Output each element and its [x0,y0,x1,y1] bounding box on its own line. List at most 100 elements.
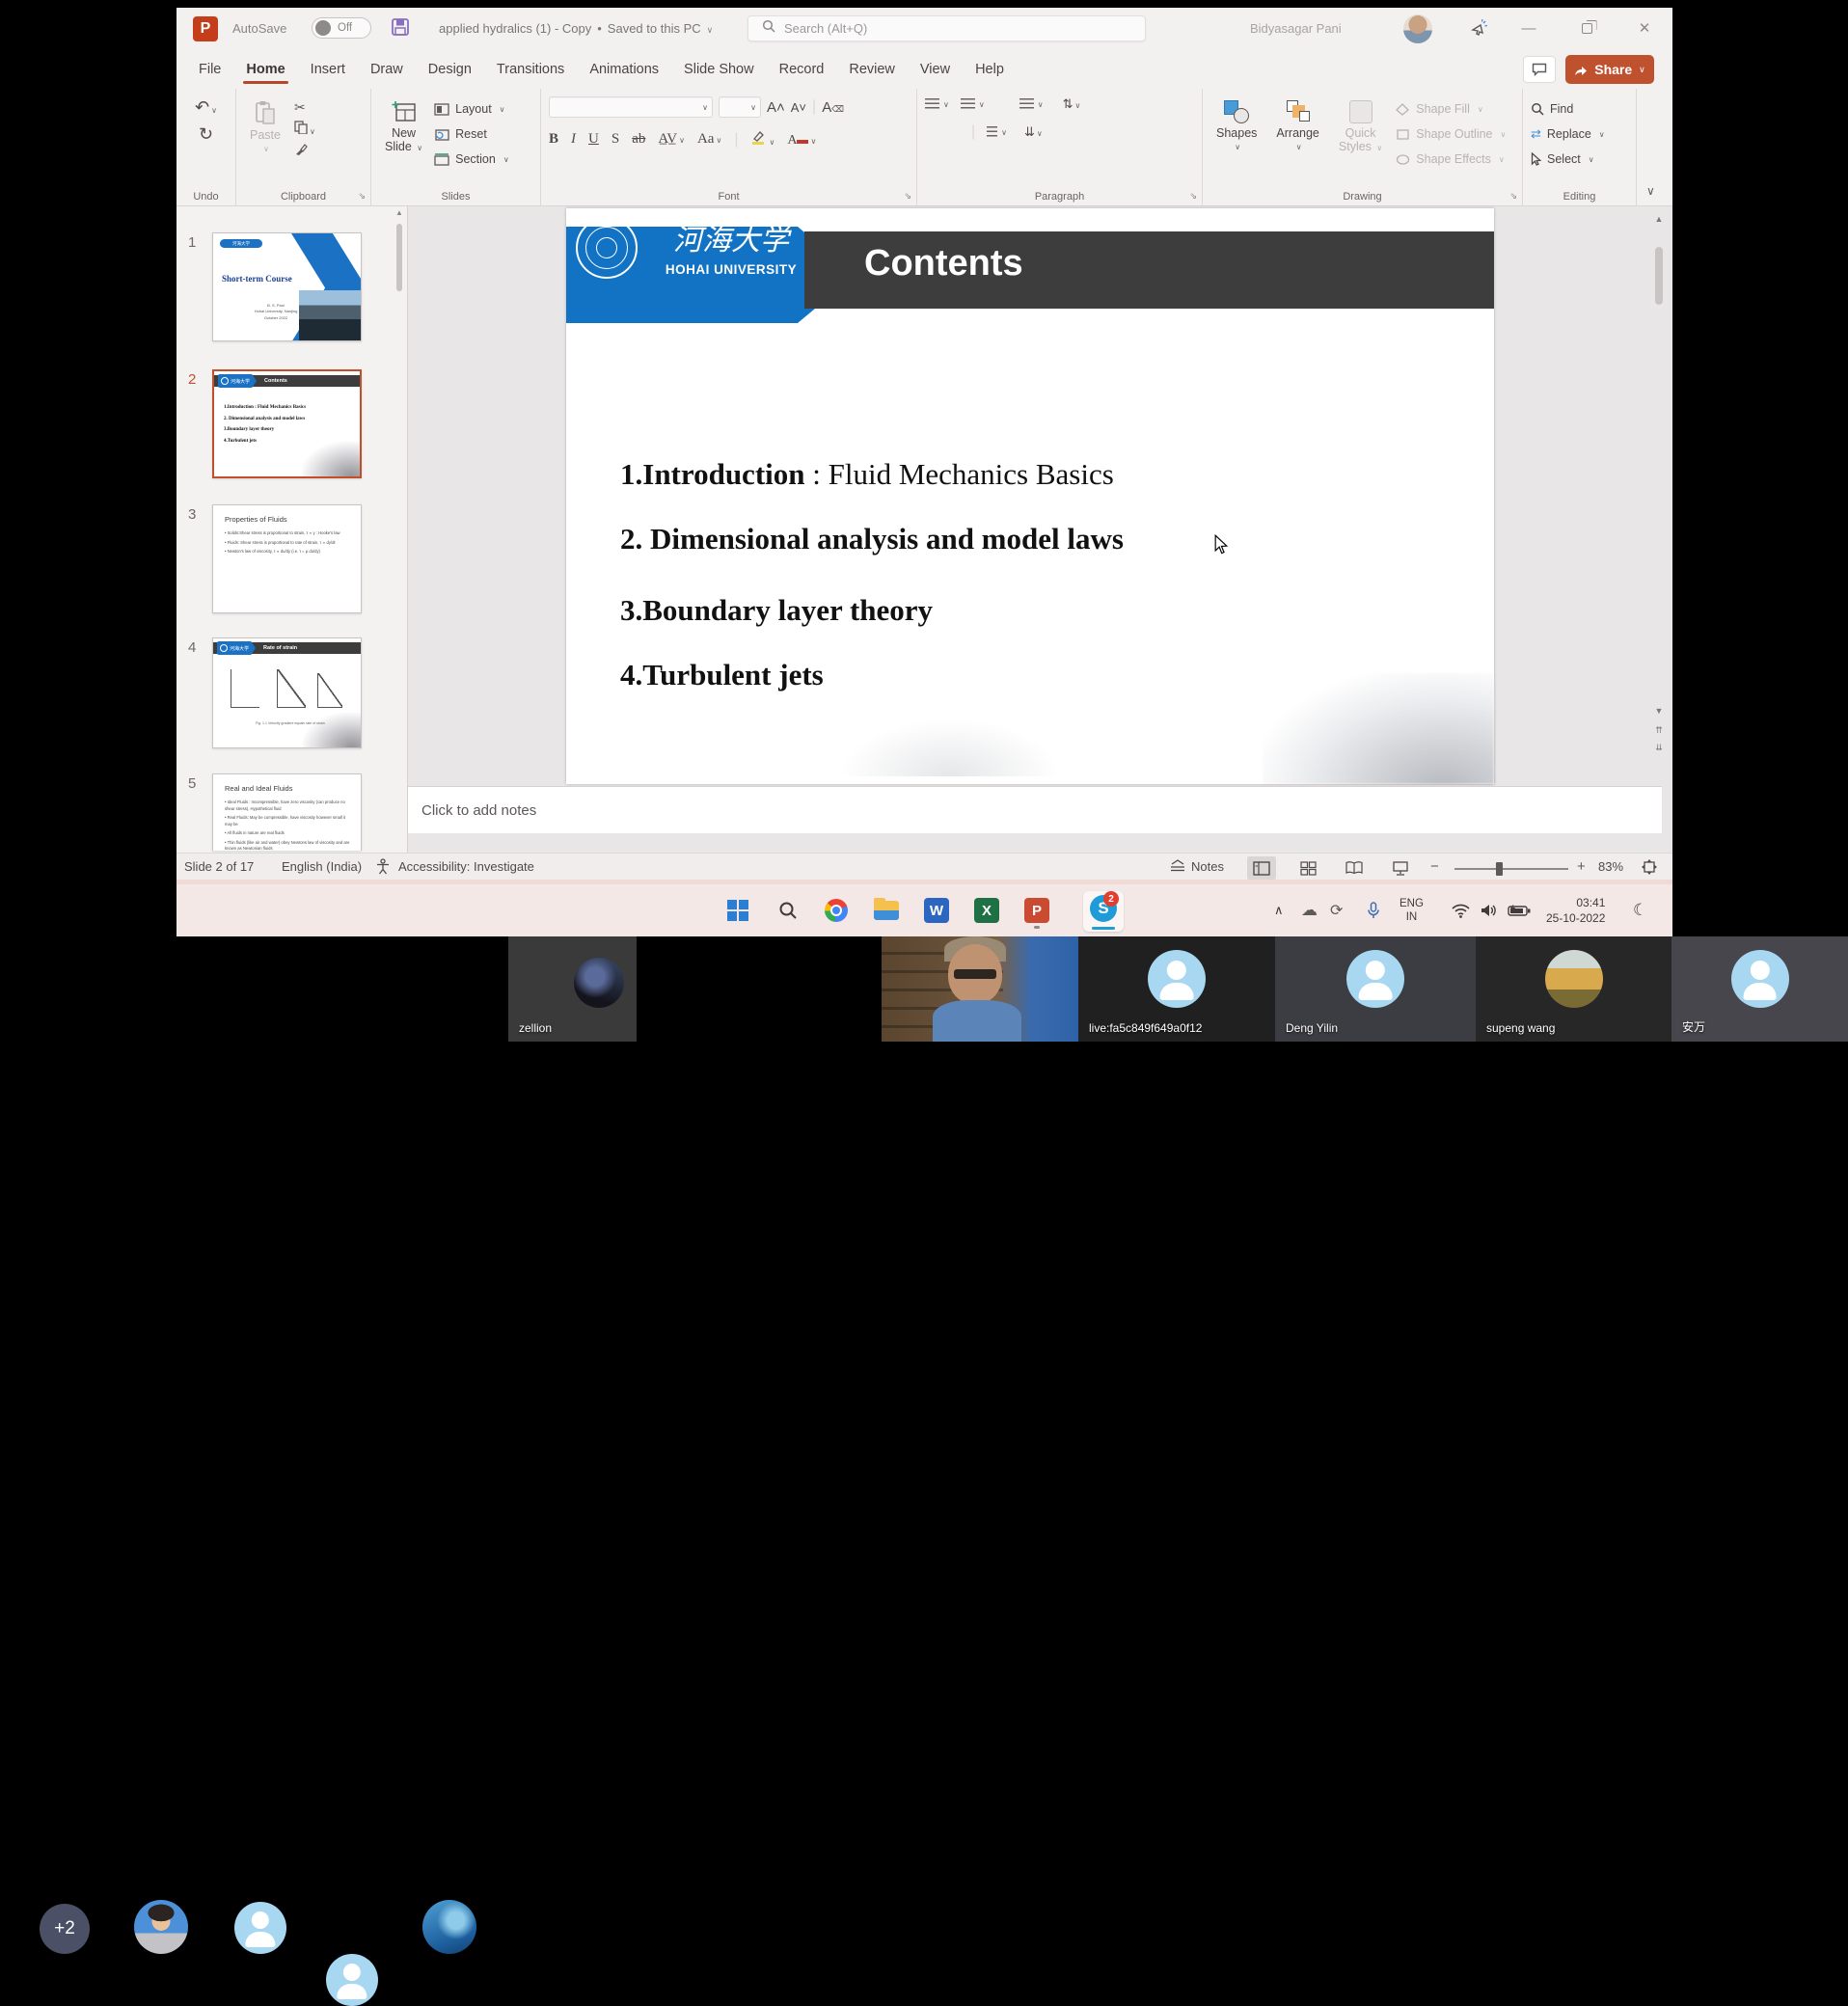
tab-help[interactable]: Help [963,53,1017,86]
participant-video-tile[interactable] [882,936,1078,1042]
reading-view-button[interactable] [1340,856,1369,880]
shape-outline-button[interactable]: Shape Outline∨ [1396,122,1506,147]
clipboard-dialog-launcher[interactable]: ⇘ [358,191,366,202]
line-spacing-button[interactable]: ∨ [1019,98,1044,111]
notes-toggle-icon[interactable] [1168,858,1187,877]
columns-button[interactable]: ∨ [987,126,1007,139]
font-name-combobox[interactable]: ∨ [549,96,713,118]
accessibility-status[interactable]: Accessibility: Investigate [398,859,534,874]
participant-tile-zellion[interactable]: zellion [508,936,637,1042]
find-button[interactable]: Find [1531,96,1628,122]
scroll-up-icon[interactable]: ▲ [394,208,404,217]
close-button[interactable]: ✕ [1631,15,1658,41]
slide-show-button[interactable] [1386,856,1415,880]
fit-slide-to-window-button[interactable] [1641,858,1658,879]
tab-home[interactable]: Home [233,53,297,86]
zoom-level[interactable]: 83% [1598,859,1623,874]
paragraph-dialog-launcher[interactable]: ⇘ [1189,191,1197,202]
language-status[interactable]: English (India) [282,859,362,874]
participant-avatar-generic[interactable] [326,1954,378,2006]
character-spacing-button[interactable]: A̲V̲∨ [658,131,685,148]
slide-thumbnail-1[interactable]: 河海大学 Short-term Course B. S. Pani Hohai … [212,232,362,341]
shape-effects-button[interactable]: Shape Effects∨ [1396,147,1506,172]
minimize-button[interactable]: — [1515,15,1542,41]
notes-toggle-label[interactable]: Notes [1191,859,1224,874]
decrease-font-size-button[interactable]: A˅ [791,100,806,115]
slide-thumbnail-4[interactable]: 河海大学 Rate of strain Fig. 1.1 Velocity gr… [212,637,362,748]
chrome-icon[interactable] [821,895,852,926]
scroll-down-icon[interactable]: ▼ [1652,706,1666,716]
redo-button[interactable]: ↻ [199,125,213,145]
bullets-button[interactable]: ∨ [925,98,949,111]
start-button[interactable] [722,895,753,926]
undo-button[interactable]: ↶∨ [195,98,217,118]
normal-view-button[interactable] [1247,856,1276,880]
collapse-ribbon-button[interactable]: ∨ [1646,184,1655,198]
restore-button[interactable] [1573,15,1600,41]
participant-tile-live-id[interactable]: live:fa5c849f649a0f12 [1078,936,1275,1042]
wifi-icon[interactable] [1452,884,1470,936]
format-painter-icon[interactable] [294,144,315,161]
tab-transitions[interactable]: Transitions [484,53,577,86]
tab-design[interactable]: Design [416,53,484,86]
participant-tile-supeng-wang[interactable]: supeng wang [1476,936,1671,1042]
shapes-button[interactable]: Shapes∨ [1210,96,1263,172]
participant-avatar-photo[interactable] [422,1900,476,1954]
tab-insert[interactable]: Insert [298,53,358,86]
tab-slide-show[interactable]: Slide Show [671,53,767,86]
battery-icon[interactable] [1508,884,1531,936]
taskbar-search-button[interactable] [773,895,803,926]
account-avatar[interactable] [1403,14,1432,43]
reset-button[interactable]: Reset [434,122,509,147]
new-slide-button[interactable]: NewSlide ∨ [379,96,428,172]
thumbnail-scrollbar[interactable]: ▲ [394,208,404,854]
participant-tile-deng-yilin[interactable]: Deng Yilin [1275,936,1476,1042]
paste-button[interactable]: Paste ∨ [244,96,286,161]
bold-button[interactable]: B [549,131,558,148]
share-button[interactable]: Share ∨ [1565,55,1654,84]
tab-review[interactable]: Review [836,53,908,86]
clock-date[interactable]: 03:4125-10-2022 [1546,884,1605,936]
layout-button[interactable]: Layout∨ [434,96,509,122]
account-name[interactable]: Bidyasagar Pani [1250,21,1342,36]
underline-button[interactable]: U [588,131,599,148]
save-icon[interactable] [391,17,410,41]
document-title[interactable]: applied hydralics (1) - Copy•Saved to th… [439,21,713,36]
slide-canvas[interactable]: 河海大学 HOHAI UNIVERSITY Contents 1.Introdu… [566,208,1494,784]
volume-icon[interactable] [1481,884,1498,936]
text-direction-button[interactable]: ⇅∨ [1063,96,1081,112]
search-input[interactable]: Search (Alt+Q) [747,15,1146,41]
text-highlight-button[interactable]: ∨ [750,129,775,149]
font-size-combobox[interactable]: ∨ [719,96,761,118]
increase-font-size-button[interactable]: A˄ [767,99,785,116]
zoom-in-button[interactable]: + [1577,858,1586,875]
participant-tile-anwan[interactable]: 安万 [1671,936,1848,1042]
zoom-slider[interactable] [1454,868,1568,870]
slide-thumbnail-2-selected[interactable]: 河海大学 Contents 1.Introduction : Fluid Mec… [212,369,362,478]
select-button[interactable]: Select∨ [1531,147,1628,172]
skype-taskbar-icon[interactable]: S2 [1083,891,1124,932]
quick-styles-button[interactable]: QuickStyles ∨ [1333,96,1388,172]
clear-formatting-button[interactable]: A⌫ [822,99,844,116]
numbering-button[interactable]: ∨ [961,98,985,111]
arrange-button[interactable]: Arrange∨ [1270,96,1324,172]
tab-animations[interactable]: Animations [577,53,671,86]
italic-button[interactable]: I [571,131,576,148]
comments-button[interactable] [1523,56,1556,83]
notes-pane[interactable]: Click to add notes [408,786,1662,833]
replace-button[interactable]: ⇄ Replace∨ [1531,122,1628,147]
zoom-out-button[interactable]: − [1430,858,1439,875]
powerpoint-taskbar-icon[interactable]: P [1021,895,1052,926]
word-icon[interactable]: W [921,895,952,926]
scroll-up-icon[interactable]: ▲ [1652,214,1666,224]
tab-record[interactable]: Record [767,53,837,86]
zoom-slider-handle[interactable] [1496,862,1503,876]
tab-draw[interactable]: Draw [358,53,416,86]
onedrive-cloud-icon[interactable]: ☁ [1301,884,1318,936]
input-language-indicator[interactable]: ENGIN [1400,884,1424,936]
coming-soon-megaphone-icon[interactable] [1466,15,1493,41]
strikethrough-button[interactable]: ab [632,131,645,148]
slide-scrollbar[interactable]: ▲ ▼ ⇈ ⇊ [1652,206,1666,853]
shape-fill-button[interactable]: Shape Fill∨ [1396,96,1506,122]
font-color-button[interactable]: A∨ [787,131,816,149]
